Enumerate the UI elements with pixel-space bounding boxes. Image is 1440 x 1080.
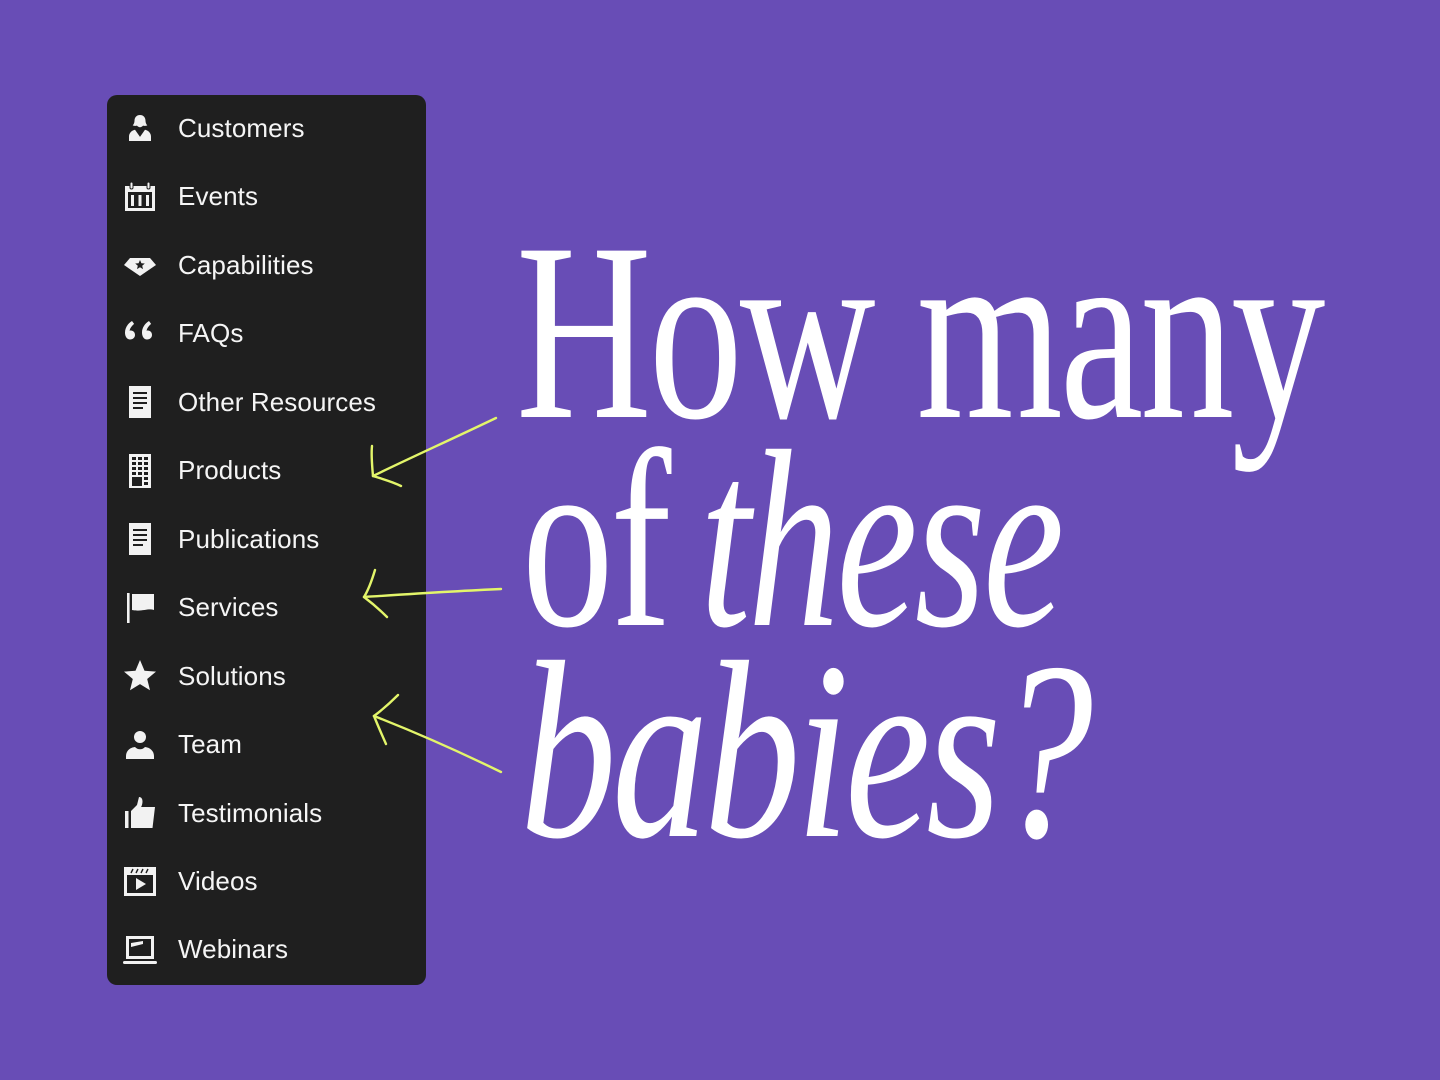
menu-item-customers[interactable]: Customers <box>107 103 426 153</box>
laptop-icon <box>122 931 158 967</box>
menu-item-label: Products <box>178 454 282 485</box>
calendar-icon <box>122 178 158 214</box>
quote-icon <box>122 315 158 351</box>
menu-item-label: Capabilities <box>178 249 314 280</box>
building-icon <box>122 452 158 488</box>
menu-item-label: Other Resources <box>178 386 377 417</box>
menu-item-products[interactable]: Products <box>107 445 426 495</box>
menu-item-other-resources[interactable]: Other Resources <box>107 377 426 427</box>
menu-item-label: Testimonials <box>178 797 323 828</box>
headline-line-2-regular: of <box>522 399 671 680</box>
headline-line-3-italic: babies? <box>520 610 1093 891</box>
flag-icon <box>122 589 158 625</box>
customer-icon <box>122 110 158 146</box>
menu-item-team[interactable]: Team <box>107 719 426 769</box>
document-icon <box>122 521 158 557</box>
menu-item-label: FAQs <box>178 317 244 348</box>
menu-item-label: Webinars <box>178 933 289 964</box>
content-type-menu: Customers Events Capabilities FAQs Other… <box>107 95 426 985</box>
menu-item-label: Services <box>178 591 279 622</box>
menu-item-capabilities[interactable]: Capabilities <box>107 240 426 290</box>
menu-item-webinars[interactable]: Webinars <box>107 924 426 974</box>
document-icon <box>122 384 158 420</box>
person-icon <box>122 726 158 762</box>
menu-item-label: Publications <box>178 523 320 554</box>
menu-item-publications[interactable]: Publications <box>107 514 426 564</box>
menu-item-videos[interactable]: Videos <box>107 856 426 906</box>
menu-item-label: Solutions <box>178 660 286 691</box>
menu-item-label: Team <box>178 728 242 759</box>
menu-item-label: Customers <box>178 112 305 143</box>
menu-item-label: Videos <box>178 865 258 896</box>
menu-item-label: Events <box>178 180 259 211</box>
menu-item-faqs[interactable]: FAQs <box>107 308 426 358</box>
menu-item-events[interactable]: Events <box>107 171 426 221</box>
star-icon <box>122 658 158 694</box>
menu-item-testimonials[interactable]: Testimonials <box>107 788 426 838</box>
menu-item-solutions[interactable]: Solutions <box>107 651 426 701</box>
headline-line-2-italic: these <box>700 399 1064 680</box>
thumbs-up-icon <box>122 795 158 831</box>
menu-item-services[interactable]: Services <box>107 582 426 632</box>
gem-icon <box>122 247 158 283</box>
video-icon <box>122 863 158 899</box>
headline-line-1: How many <box>516 191 1325 472</box>
